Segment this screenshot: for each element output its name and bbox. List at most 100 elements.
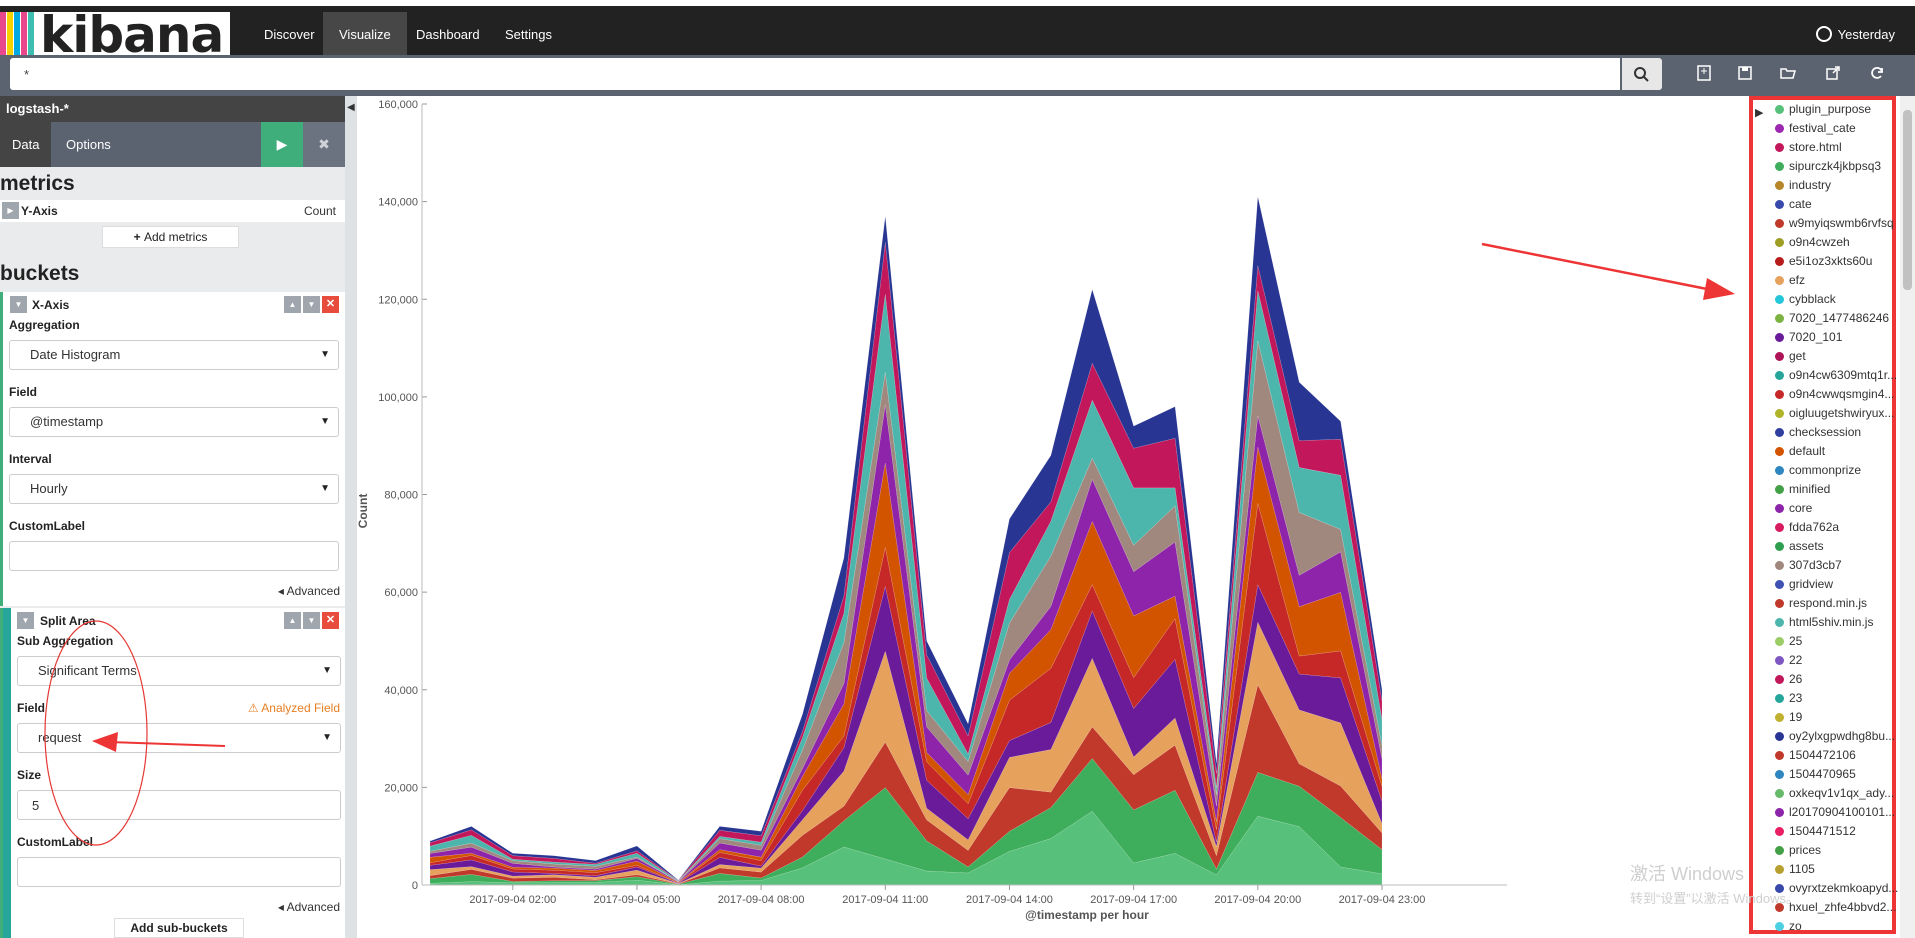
legend-item[interactable]: assets bbox=[1775, 539, 1900, 553]
legend-item[interactable]: 1504471512 bbox=[1775, 824, 1900, 838]
save-icon[interactable] bbox=[1735, 63, 1755, 83]
sidebar-toggle-strip[interactable]: ◀ bbox=[345, 96, 357, 938]
legend-item[interactable]: 7020_101 bbox=[1775, 330, 1900, 344]
legend: ▶ plugin_purpose festival_cate store.html s… bbox=[1749, 96, 1898, 934]
legend-color-dot bbox=[1775, 865, 1784, 874]
collapse-sidebar-icon[interactable]: ◀ bbox=[347, 102, 355, 113]
legend-item[interactable]: w9myiqswmb6rvfsq bbox=[1775, 216, 1900, 230]
y-tick-label: 0 bbox=[412, 880, 418, 892]
legend-color-dot bbox=[1775, 466, 1784, 475]
legend-item[interactable]: 22 bbox=[1775, 653, 1900, 667]
open-folder-icon[interactable] bbox=[1778, 63, 1798, 83]
legend-item[interactable]: 23 bbox=[1775, 691, 1900, 705]
legend-item[interactable]: 26 bbox=[1775, 672, 1900, 686]
legend-item[interactable]: respond.min.js bbox=[1775, 596, 1900, 610]
legend-toggle-icon[interactable]: ▶ bbox=[1755, 106, 1763, 119]
legend-label: get bbox=[1789, 349, 1806, 363]
legend-label: oy2ylxgpwdhg8bu... bbox=[1789, 729, 1896, 743]
legend-label: 7020_101 bbox=[1789, 330, 1843, 344]
x-axis-title: @timestamp per hour bbox=[1025, 908, 1149, 922]
y-tick-label: 60,000 bbox=[384, 587, 418, 599]
legend-color-dot bbox=[1775, 827, 1784, 836]
legend-item[interactable]: default bbox=[1775, 444, 1900, 458]
legend-item[interactable]: oy2ylxgpwdhg8bu... bbox=[1775, 729, 1900, 743]
legend-label: o9n4cwzeh bbox=[1789, 235, 1850, 249]
legend-color-dot bbox=[1775, 580, 1784, 589]
legend-item[interactable]: e5i1oz3xkts60u bbox=[1775, 254, 1900, 268]
legend-label: industry bbox=[1789, 178, 1832, 192]
legend-item[interactable]: minified bbox=[1775, 482, 1900, 496]
legend-color-dot bbox=[1775, 238, 1784, 247]
legend-item[interactable]: festival_cate bbox=[1775, 121, 1900, 135]
legend-label: sipurczk4jkbpsq3 bbox=[1789, 159, 1882, 173]
nav-settings[interactable]: Settings bbox=[489, 12, 568, 61]
search-button[interactable] bbox=[1622, 58, 1662, 90]
legend-item[interactable]: 1504470965 bbox=[1775, 767, 1900, 781]
legend-color-dot bbox=[1775, 447, 1784, 456]
legend-item[interactable]: 7020_1477486246 bbox=[1775, 311, 1900, 325]
legend-item[interactable]: gridview bbox=[1775, 577, 1900, 591]
chart-areas bbox=[429, 196, 1383, 886]
legend-color-dot bbox=[1775, 922, 1784, 931]
legend-color-dot bbox=[1775, 637, 1784, 646]
y-tick-label: 100,000 bbox=[378, 392, 418, 404]
legend-item[interactable]: store.html bbox=[1775, 140, 1900, 154]
x-tick-label: 2017-09-04 14:00 bbox=[966, 894, 1053, 906]
kibana-logo[interactable]: kibana bbox=[0, 6, 230, 64]
legend-label: minified bbox=[1789, 482, 1831, 496]
search-input[interactable] bbox=[10, 58, 1620, 90]
legend-item[interactable]: zo bbox=[1775, 919, 1900, 933]
legend-item[interactable]: oxkeqv1v1qx_ady... bbox=[1775, 786, 1900, 800]
legend-item[interactable]: sipurczk4jkbpsq3 bbox=[1775, 159, 1900, 173]
legend-color-dot bbox=[1775, 219, 1784, 228]
legend-color-dot bbox=[1775, 181, 1784, 190]
legend-item[interactable]: html5shiv.min.js bbox=[1775, 615, 1900, 629]
legend-item[interactable]: core bbox=[1775, 501, 1900, 515]
legend-item[interactable]: 19 bbox=[1775, 710, 1900, 724]
scrollbar-thumb[interactable] bbox=[1903, 110, 1912, 290]
new-visualization-icon[interactable] bbox=[1694, 63, 1714, 83]
legend-item[interactable]: 307d3cb7 bbox=[1775, 558, 1900, 572]
legend-item[interactable]: 1105 bbox=[1775, 862, 1900, 876]
legend-item[interactable]: o9n4cw6309mtq1r... bbox=[1775, 368, 1900, 382]
legend-color-dot bbox=[1775, 770, 1784, 779]
legend-label: 307d3cb7 bbox=[1789, 558, 1842, 572]
legend-color-dot bbox=[1775, 504, 1784, 513]
share-icon[interactable] bbox=[1823, 63, 1843, 83]
nav-visualize[interactable]: Visualize bbox=[323, 12, 407, 61]
legend-item[interactable]: o9n4cwwqsmgin4... bbox=[1775, 387, 1900, 401]
nav-discover[interactable]: Discover bbox=[248, 12, 331, 61]
legend-item[interactable]: oigluugetshwiryux... bbox=[1775, 406, 1900, 420]
legend-item[interactable]: fdda762a bbox=[1775, 520, 1900, 534]
time-picker[interactable]: Yesterday bbox=[1815, 12, 1895, 61]
nav-dashboard[interactable]: Dashboard bbox=[400, 12, 496, 61]
legend-item[interactable]: o9n4cwzeh bbox=[1775, 235, 1900, 249]
legend-item[interactable]: get bbox=[1775, 349, 1900, 363]
top-nav: kibana Discover Visualize Dashboard Sett… bbox=[0, 0, 1915, 64]
legend-color-dot bbox=[1775, 846, 1784, 855]
x-tick-label: 2017-09-04 05:00 bbox=[594, 894, 681, 906]
legend-item[interactable]: l20170904100101... bbox=[1775, 805, 1900, 819]
annotation-overlay bbox=[44, 620, 226, 846]
legend-item[interactable]: 25 bbox=[1775, 634, 1900, 648]
refresh-icon[interactable] bbox=[1867, 63, 1887, 83]
legend-item[interactable]: checksession bbox=[1775, 425, 1900, 439]
legend-item[interactable]: 1504472106 bbox=[1775, 748, 1900, 762]
legend-item[interactable]: industry bbox=[1775, 178, 1900, 192]
editor-sidebar: logstash-* Data Options ▶ ✖ metrics ▶ Y-… bbox=[0, 96, 345, 938]
legend-item[interactable]: efz bbox=[1775, 273, 1900, 287]
search-icon bbox=[1634, 67, 1649, 82]
x-axis: 2017-09-04 02:00 2017-09-04 05:00 2017-09-… bbox=[422, 884, 1507, 906]
legend-color-dot bbox=[1775, 162, 1784, 171]
legend-item[interactable]: cate bbox=[1775, 197, 1900, 211]
legend-item[interactable]: cybblack bbox=[1775, 292, 1900, 306]
legend-color-dot bbox=[1775, 333, 1784, 342]
legend-item[interactable]: prices bbox=[1775, 843, 1900, 857]
legend-label: cate bbox=[1789, 197, 1812, 211]
x-tick-label: 2017-09-04 02:00 bbox=[469, 894, 556, 906]
legend-item[interactable]: commonprize bbox=[1775, 463, 1900, 477]
annotation-arrow bbox=[1481, 242, 1723, 294]
legend-item[interactable]: plugin_purpose bbox=[1775, 102, 1900, 116]
legend-label: l20170904100101... bbox=[1789, 805, 1896, 819]
x-tick-label: 2017-09-04 17:00 bbox=[1090, 894, 1177, 906]
